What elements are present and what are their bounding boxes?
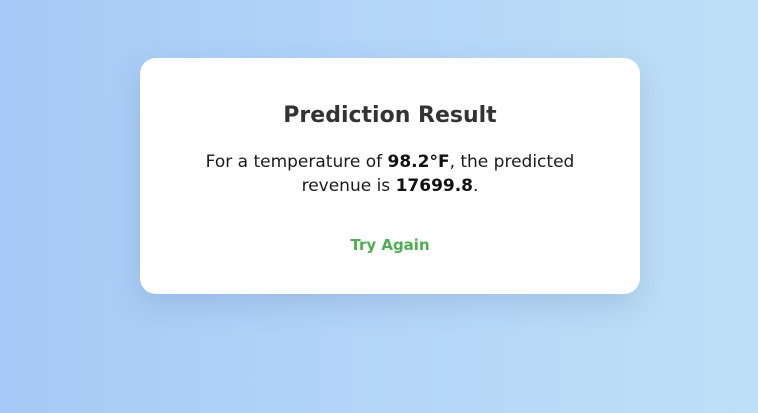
- try-again-link[interactable]: Try Again: [140, 234, 640, 256]
- message-prefix: For a temperature of: [205, 152, 388, 172]
- prediction-message: For a temperature of 98.2°F, the predict…: [182, 150, 598, 198]
- result-card: Prediction Result For a temperature of 9…: [140, 58, 640, 294]
- message-suffix: .: [473, 176, 479, 196]
- revenue-value: 17699.8: [395, 176, 474, 196]
- temperature-value: 98.2°F: [387, 152, 450, 172]
- page-title: Prediction Result: [283, 103, 497, 128]
